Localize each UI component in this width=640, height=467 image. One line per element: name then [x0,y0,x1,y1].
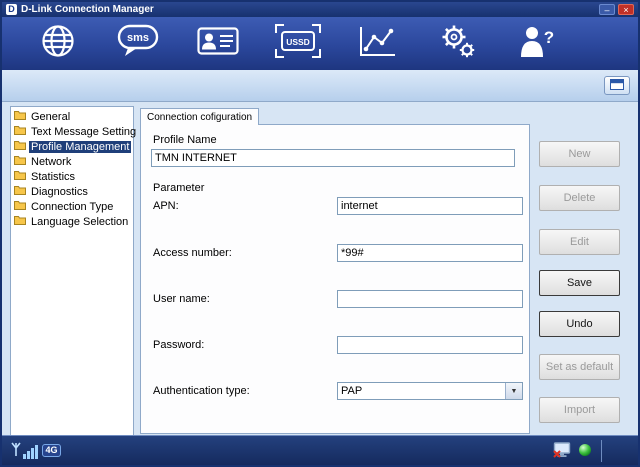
gears-icon [439,22,477,65]
compact-view-button[interactable] [604,76,630,95]
sidebar-item-text-message-setting[interactable]: Text Message Setting [11,124,133,139]
toolbar-settings-button[interactable] [435,23,481,65]
help-person-icon: ? [518,24,558,63]
toolbar-help-button[interactable]: ? [515,23,561,65]
delete-button[interactable]: Delete [539,185,620,211]
folder-icon [14,125,26,138]
profile-name-label: Profile Name [153,134,217,146]
monitor-disconnected-icon[interactable] [552,442,572,463]
parameter-group-label: Parameter [153,182,204,194]
connection-configuration-panel: Profile Name Parameter APN: Access numbe… [140,124,530,434]
navigation-sidebar: General Text Message Setting Profile Man… [10,106,134,436]
folder-icon [14,155,26,168]
folder-icon [14,215,26,228]
set-as-default-button[interactable]: Set as default [539,354,620,380]
close-button[interactable]: × [618,4,634,15]
folder-icon [14,200,26,213]
apn-input[interactable] [337,197,523,215]
toolbar-ussd-button[interactable]: USSD [275,23,321,65]
sidebar-item-statistics[interactable]: Statistics [11,169,133,184]
sms-icon: sms [116,23,160,64]
svg-text:USSD: USSD [286,37,310,47]
sidebar-item-network[interactable]: Network [11,154,133,169]
globe-icon [39,22,77,65]
window-title: D-Link Connection Manager [21,4,154,15]
contact-card-icon [197,25,239,62]
sidebar-item-profile-management[interactable]: Profile Management [11,139,133,154]
network-type-badge: 4G [42,444,61,457]
signal-strength-icon [10,442,40,464]
user-name-input[interactable] [337,290,523,308]
profile-name-input[interactable] [151,149,515,167]
toolbar-sms-button[interactable]: sms [115,23,161,65]
access-number-input[interactable] [337,244,523,262]
chevron-down-icon[interactable]: ▼ [505,383,522,399]
password-input[interactable] [337,336,523,354]
password-label: Password: [153,339,204,351]
status-divider [601,440,602,462]
save-button[interactable]: Save [539,270,620,296]
authentication-type-label: Authentication type: [153,385,250,397]
apn-label: APN: [153,200,179,212]
toolbar-contacts-button[interactable] [195,23,241,65]
folder-icon [14,140,26,153]
folder-icon [14,110,26,123]
toolbar-statistics-button[interactable] [355,23,401,65]
svg-text:?: ? [544,28,554,47]
line-chart-icon [358,24,398,63]
access-number-label: Access number: [153,247,232,259]
sub-toolbar-strip [2,70,638,102]
status-bar: 4G [2,435,638,465]
window-icon [610,77,624,95]
new-button[interactable]: New [539,141,620,167]
undo-button[interactable]: Undo [539,311,620,337]
title-bar: D D-Link Connection Manager – × [2,2,638,17]
ussd-icon: USSD [275,24,321,63]
folder-icon [14,170,26,183]
sidebar-item-connection-type[interactable]: Connection Type [11,199,133,214]
sidebar-item-language-selection[interactable]: Language Selection [11,214,133,229]
minimize-button[interactable]: – [599,4,615,15]
sidebar-item-diagnostics[interactable]: Diagnostics [11,184,133,199]
tab-connection-configuration[interactable]: Connection cofiguration [140,108,259,125]
dlink-logo-icon: D [6,4,17,15]
app-window: D D-Link Connection Manager – × [0,0,640,467]
user-name-label: User name: [153,293,210,305]
authentication-type-value: PAP [338,385,505,397]
import-button[interactable]: Import [539,397,620,423]
authentication-type-select[interactable]: PAP ▼ [337,382,523,400]
svg-text:sms: sms [127,32,149,44]
edit-button[interactable]: Edit [539,229,620,255]
green-status-orb-icon[interactable] [578,443,592,462]
folder-icon [14,185,26,198]
sidebar-item-general[interactable]: General [11,109,133,124]
toolbar-network-button[interactable] [35,23,81,65]
main-toolbar: sms [2,17,638,70]
